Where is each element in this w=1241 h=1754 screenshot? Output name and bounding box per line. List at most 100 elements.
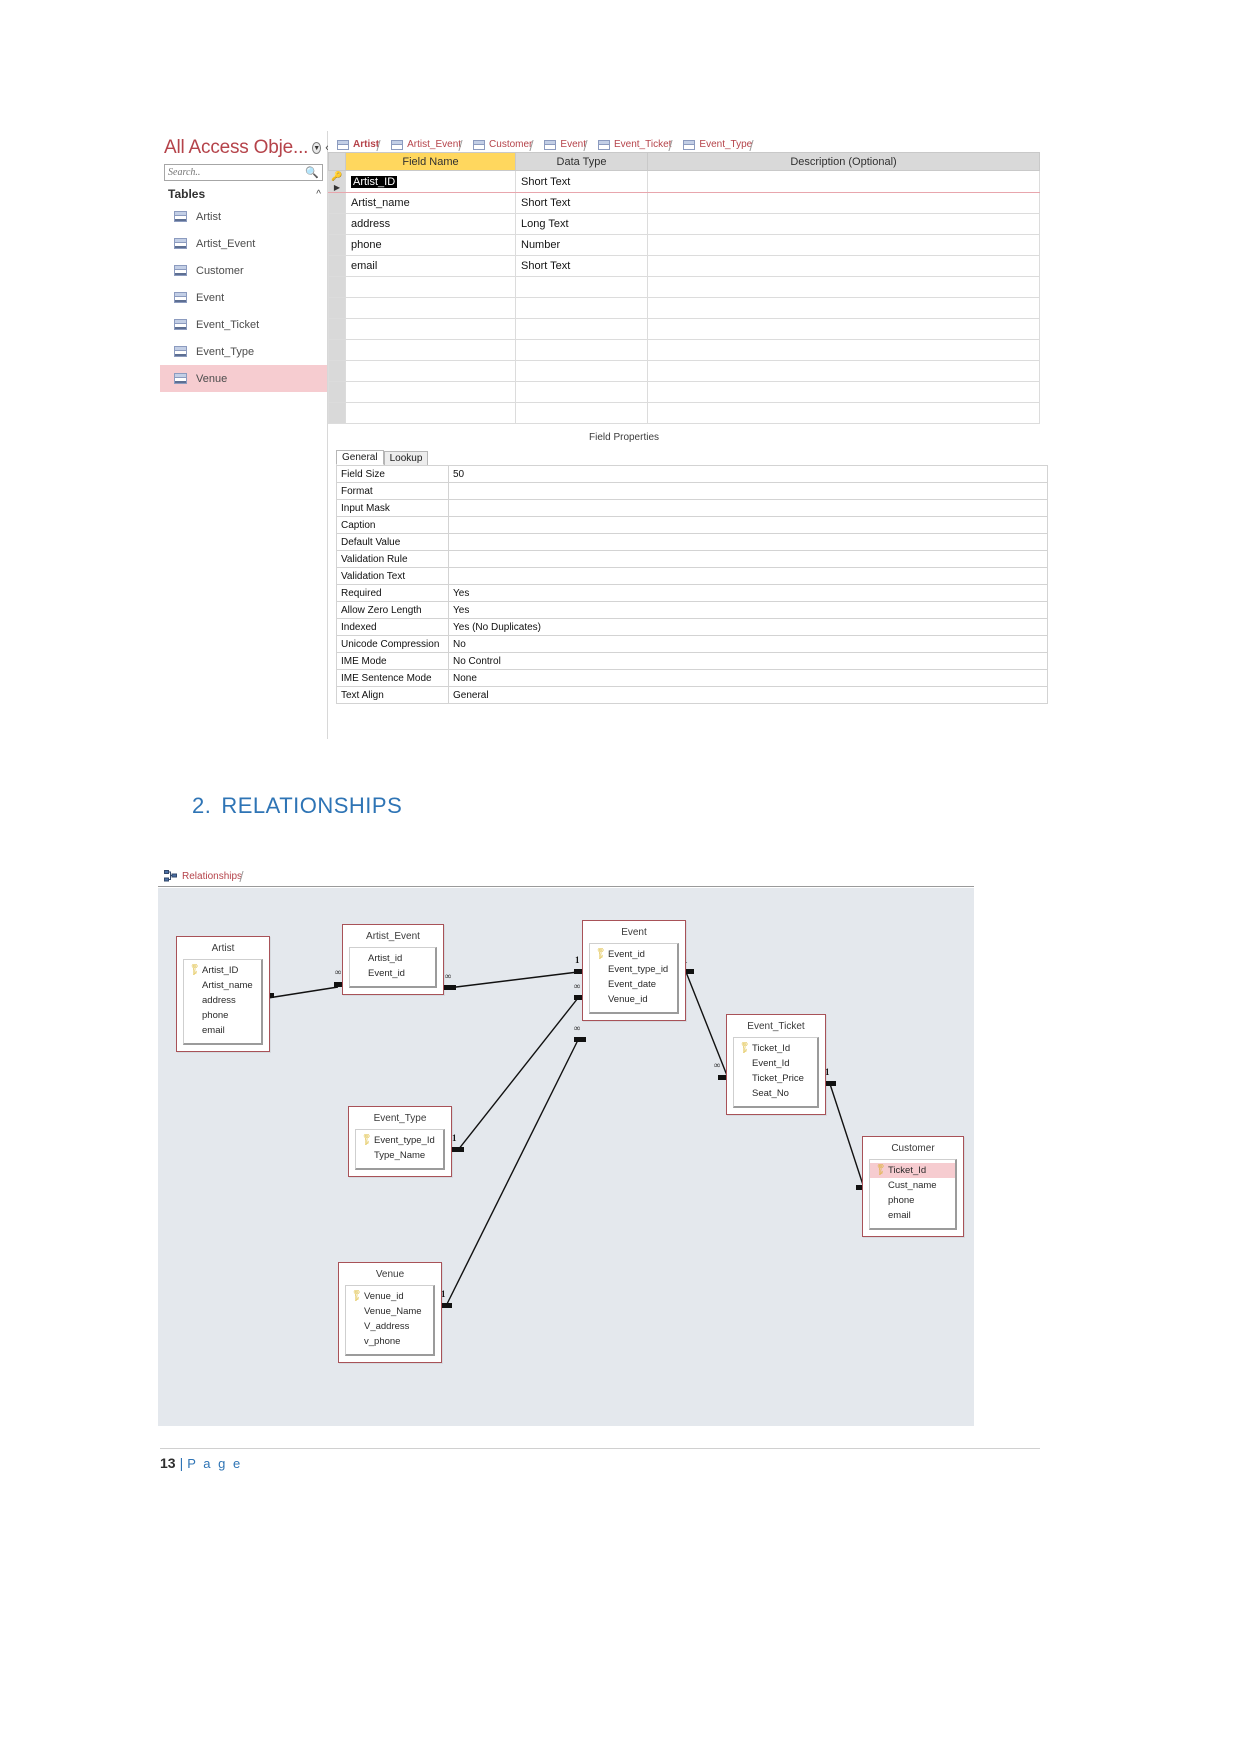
cell-data-type[interactable]: [515, 402, 648, 424]
row-selector[interactable]: [328, 213, 346, 235]
table-row[interactable]: [328, 381, 1040, 403]
table-row[interactable]: 🔑▶ Artist_ID Short Text: [328, 170, 1040, 193]
table-row[interactable]: email Short Text: [328, 255, 1040, 277]
row-selector[interactable]: [328, 360, 346, 382]
row-selector[interactable]: 🔑▶: [328, 170, 346, 193]
sidebar-item-event[interactable]: Event: [160, 284, 327, 311]
entity-box-customer[interactable]: Customer Ticket_IdCust_namephoneemail: [862, 1136, 964, 1237]
magnifier-icon[interactable]: 🔍: [305, 166, 322, 179]
table-row[interactable]: [328, 339, 1040, 361]
row-selector[interactable]: [328, 402, 346, 424]
cell-description[interactable]: [647, 170, 1040, 193]
cell-field-name[interactable]: [345, 318, 516, 340]
entity-field[interactable]: Venue_Name: [346, 1304, 433, 1319]
row-selector[interactable]: [328, 276, 346, 298]
tab-event_ticket[interactable]: Event_Ticket: [593, 138, 678, 152]
cell-field-name[interactable]: phone: [345, 234, 516, 256]
row-selector[interactable]: [328, 255, 346, 277]
cell-field-name[interactable]: [345, 360, 516, 382]
row-selector[interactable]: [328, 234, 346, 256]
entity-field[interactable]: Cust_name: [870, 1178, 955, 1193]
entity-box-event[interactable]: Event Event_idEvent_type_idEvent_dateVenu…: [582, 920, 686, 1021]
tab-artist_event[interactable]: Artist_Event: [386, 138, 468, 152]
chevron-down-circle-icon[interactable]: ▼: [312, 142, 322, 154]
entity-field[interactable]: Venue_id: [346, 1289, 433, 1304]
entity-box-event_ticket[interactable]: Event_Ticket Ticket_IdEvent_IdTicket_Pric…: [726, 1014, 826, 1115]
cell-field-name[interactable]: [345, 339, 516, 361]
entity-box-venue[interactable]: Venue Venue_idVenue_NameV_addressv_phone: [338, 1262, 442, 1363]
table-row[interactable]: Artist_name Short Text: [328, 192, 1040, 214]
entity-field[interactable]: Artist_ID: [184, 963, 261, 978]
property-value[interactable]: 50: [448, 465, 1048, 483]
property-tab-general[interactable]: General: [336, 450, 384, 465]
cell-description[interactable]: [647, 381, 1040, 403]
cell-description[interactable]: [647, 318, 1040, 340]
entity-field[interactable]: Event_date: [590, 977, 677, 992]
entity-field[interactable]: Artist_name: [184, 978, 261, 993]
entity-box-artist[interactable]: Artist Artist_IDArtist_nameaddressphoneem…: [176, 936, 270, 1052]
table-row[interactable]: address Long Text: [328, 213, 1040, 235]
cell-field-name[interactable]: address: [345, 213, 516, 235]
property-tab-lookup[interactable]: Lookup: [383, 451, 429, 465]
tab-event[interactable]: Event: [539, 138, 593, 152]
cell-data-type[interactable]: Short Text: [515, 192, 648, 214]
column-header-data-type[interactable]: Data Type: [515, 152, 648, 171]
entity-field[interactable]: v_phone: [346, 1334, 433, 1349]
property-value[interactable]: [448, 482, 1048, 500]
property-value[interactable]: None: [448, 669, 1048, 687]
entity-field[interactable]: phone: [184, 1008, 261, 1023]
table-row[interactable]: [328, 276, 1040, 298]
column-header-field-name[interactable]: Field Name: [345, 152, 516, 171]
cell-data-type[interactable]: [515, 276, 648, 298]
sidebar-item-event_type[interactable]: Event_Type: [160, 338, 327, 365]
cell-description[interactable]: [647, 360, 1040, 382]
cell-field-name[interactable]: [345, 381, 516, 403]
tab-artist[interactable]: Artist: [332, 138, 386, 152]
cell-description[interactable]: [647, 276, 1040, 298]
entity-box-artist_event[interactable]: Artist_Event Artist_id Event_id: [342, 924, 444, 995]
cell-data-type[interactable]: Short Text: [515, 255, 648, 277]
cell-field-name[interactable]: email: [345, 255, 516, 277]
property-value[interactable]: Yes (No Duplicates): [448, 618, 1048, 636]
tab-event_type[interactable]: Event_Type: [678, 138, 759, 152]
entity-box-event_type[interactable]: Event_Type Event_type_IdType_Name: [348, 1106, 452, 1177]
cell-field-name[interactable]: Artist_ID: [345, 170, 516, 193]
cell-description[interactable]: [647, 297, 1040, 319]
entity-field[interactable]: Ticket_Id: [870, 1163, 955, 1178]
property-value[interactable]: [448, 533, 1048, 551]
row-selector[interactable]: [328, 192, 346, 214]
entity-field[interactable]: Artist_id: [350, 951, 435, 966]
cell-data-type[interactable]: Number: [515, 234, 648, 256]
entity-field[interactable]: email: [184, 1023, 261, 1038]
sidebar-item-event_ticket[interactable]: Event_Ticket: [160, 311, 327, 338]
cell-data-type[interactable]: Long Text: [515, 213, 648, 235]
entity-field[interactable]: Seat_No: [734, 1086, 817, 1101]
property-value[interactable]: [448, 550, 1048, 568]
row-selector[interactable]: [328, 297, 346, 319]
table-row[interactable]: [328, 297, 1040, 319]
cell-field-name[interactable]: [345, 402, 516, 424]
entity-field[interactable]: Venue_id: [590, 992, 677, 1007]
cell-data-type[interactable]: [515, 318, 648, 340]
caret-up-icon[interactable]: ^: [316, 189, 321, 200]
entity-field[interactable]: Type_Name: [356, 1148, 443, 1163]
row-selector[interactable]: [328, 381, 346, 403]
table-row[interactable]: [328, 402, 1040, 424]
table-row[interactable]: [328, 360, 1040, 382]
entity-field[interactable]: Ticket_Id: [734, 1041, 817, 1056]
tab-customer[interactable]: Customer: [468, 138, 539, 152]
cell-description[interactable]: [647, 213, 1040, 235]
cell-description[interactable]: [647, 192, 1040, 214]
cell-description[interactable]: [647, 402, 1040, 424]
sidebar-item-artist_event[interactable]: Artist_Event: [160, 230, 327, 257]
property-value[interactable]: Yes: [448, 601, 1048, 619]
search-input[interactable]: [165, 165, 306, 180]
sidebar-item-venue[interactable]: Venue: [160, 365, 327, 392]
property-value[interactable]: [448, 499, 1048, 517]
row-selector[interactable]: [328, 318, 346, 340]
sidebar-item-artist[interactable]: Artist: [160, 203, 327, 230]
cell-data-type[interactable]: [515, 297, 648, 319]
entity-field[interactable]: Event_type_Id: [356, 1133, 443, 1148]
property-value[interactable]: [448, 567, 1048, 585]
cell-data-type[interactable]: [515, 381, 648, 403]
